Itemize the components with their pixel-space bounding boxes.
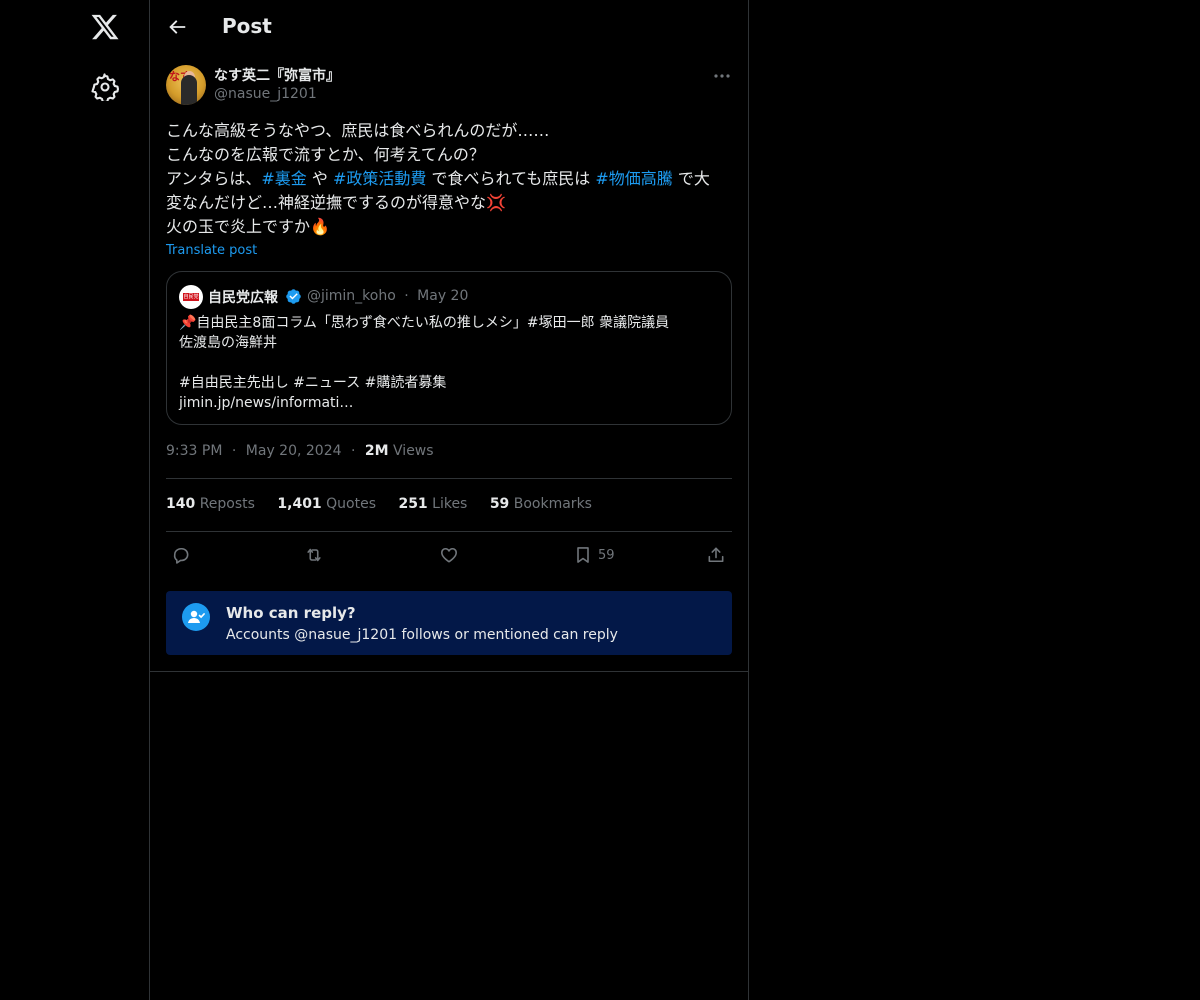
- quotes-stat[interactable]: 1,401 Quotes: [277, 496, 376, 512]
- tweet-text-line: アンタらは、#裏金 や #政策活動費 で食べられても庶民は #物価高騰 で大: [166, 167, 731, 191]
- views-count: 2M: [364, 443, 389, 459]
- share-icon[interactable]: [706, 543, 726, 567]
- reply-restriction-title: Who can reply?: [226, 604, 356, 622]
- author-name[interactable]: なす英二『弥富市』: [214, 65, 340, 85]
- quoted-author-name: 自民党広報: [208, 290, 278, 306]
- engagement-stats: 140 Reposts 1,401 Quotes 251 Likes 59 Bo…: [166, 496, 610, 512]
- tweet-text-line: 火の玉で炎上ですか🔥: [166, 215, 731, 239]
- verified-icon: [285, 288, 302, 305]
- tweet-text-segment: や: [306, 169, 333, 188]
- post-date[interactable]: May 20, 2024: [246, 443, 342, 459]
- views-label: Views: [393, 443, 434, 459]
- more-icon[interactable]: [712, 66, 732, 86]
- post-time[interactable]: 9:33 PM: [166, 443, 222, 459]
- tweet-text-segment: こんな高級そうなやつ、庶民は食べられんのだが……: [166, 121, 550, 140]
- reply-icon[interactable]: [171, 543, 191, 567]
- quoted-avatar: 自民党: [179, 285, 203, 309]
- author-handle[interactable]: @nasue_j1201: [214, 86, 317, 102]
- post-detail-column: Post なす なす英二『弥富市』 @nasue_j1201 こんな高級そうなや…: [150, 0, 749, 1000]
- tweet-text-line: こんなのを広報で流すとか、何考えてんの？: [166, 143, 731, 167]
- quoted-handle-date: @jimin_koho · May 20: [307, 288, 469, 304]
- mention-user-icon: [182, 603, 210, 631]
- divider: [150, 671, 749, 672]
- settings-icon[interactable]: [91, 73, 119, 104]
- avatar[interactable]: なす: [166, 65, 206, 105]
- tweet-text-segment: で食べられても庶民は: [426, 169, 596, 188]
- hashtag-link[interactable]: #裏金: [261, 169, 306, 188]
- like-icon[interactable]: [439, 543, 459, 567]
- back-arrow-icon[interactable]: [166, 16, 188, 38]
- page-title: Post: [222, 14, 272, 38]
- tweet-text-line: 変なんだけど…神経逆撫でするのが得意やな💢: [166, 191, 731, 215]
- tweet-text-segment: で大: [672, 169, 710, 188]
- bookmarks-stat[interactable]: 59 Bookmarks: [490, 496, 592, 512]
- post-metadata: 9:33 PM · May 20, 2024 · 2M Views: [166, 443, 434, 459]
- hashtag-link[interactable]: #政策活動費: [333, 169, 426, 188]
- tweet-text: こんな高級そうなやつ、庶民は食べられんのだが…… こんなのを広報で流すとか、何考え…: [166, 119, 731, 239]
- translate-post-link[interactable]: Translate post: [166, 243, 257, 258]
- reply-restriction-notice: Who can reply? Accounts @nasue_j1201 fol…: [166, 591, 732, 655]
- tweet-text-segment: 火の玉で炎上ですか🔥: [166, 217, 330, 236]
- quoted-text: 📌自由民主8面コラム「思わず食べたい私の推しメシ」#塚田一郎 衆議院議員 佐渡島…: [179, 315, 670, 411]
- repost-icon[interactable]: [304, 543, 324, 567]
- bookmark-icon[interactable]: 59: [573, 543, 615, 567]
- divider: [166, 531, 732, 532]
- tweet-text-segment: こんなのを広報で流すとか、何考えてんの？: [166, 145, 485, 164]
- tweet-text-line: こんな高級そうなやつ、庶民は食べられんのだが……: [166, 119, 731, 143]
- divider: [166, 478, 732, 479]
- sidebar: [0, 0, 150, 1000]
- top-bar: Post: [150, 0, 749, 54]
- quoted-post[interactable]: 自民党 自民党広報 @jimin_koho · May 20 📌自由民主8面コラ…: [166, 271, 732, 425]
- bookmark-count: 59: [598, 547, 615, 563]
- action-bar: 59: [166, 543, 732, 567]
- reply-restriction-subtitle: Accounts @nasue_j1201 follows or mention…: [226, 627, 618, 643]
- tweet-text-segment: アンタらは、: [166, 169, 262, 188]
- tweet-text-segment: 変なんだけど…神経逆撫でするのが得意やな💢: [166, 193, 506, 212]
- reposts-stat[interactable]: 140 Reposts: [166, 496, 255, 512]
- hashtag-link[interactable]: #物価高騰: [595, 169, 672, 188]
- likes-stat[interactable]: 251 Likes: [398, 496, 467, 512]
- x-logo-icon[interactable]: [90, 12, 120, 42]
